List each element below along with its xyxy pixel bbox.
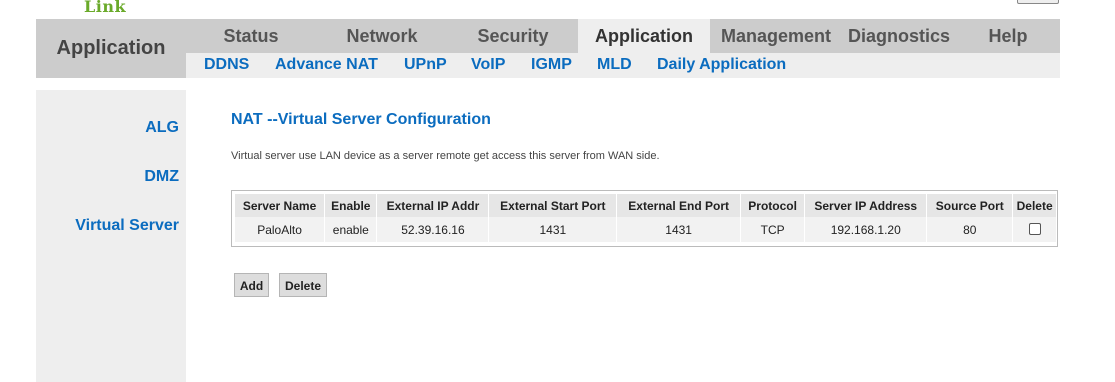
sidebar-item-dmz[interactable]: DMZ [144, 168, 179, 186]
subtab-ddns[interactable]: DDNS [204, 56, 249, 74]
tab-help[interactable]: Help [956, 19, 1060, 53]
cell-external-ip: 52.39.16.16 [376, 217, 490, 242]
delete-button[interactable]: Delete [279, 273, 327, 297]
cell-external-start-port: 1431 [488, 217, 618, 242]
col-header-server-name: Server Name [235, 194, 326, 217]
subtab-daily-application[interactable]: Daily Application [657, 56, 786, 74]
cell-server-name: PaloAlto [235, 217, 326, 242]
page-title: NAT --Virtual Server Configuration [231, 111, 491, 128]
subtab-igmp[interactable]: IGMP [531, 56, 572, 74]
col-header-enable: Enable [324, 194, 378, 217]
tab-security[interactable]: Security [448, 19, 578, 53]
col-header-external-end-port: External End Port [616, 194, 742, 217]
sub-nav: DDNS Advance NAT UPnP VoIP IGMP MLD Dail… [186, 53, 1060, 78]
col-header-protocol: Protocol [740, 194, 806, 217]
col-header-external-ip: External IP Addr [376, 194, 490, 217]
cell-delete [1012, 217, 1056, 242]
col-header-source-port: Source Port [926, 194, 1014, 217]
sidebar-item-virtual-server[interactable]: Virtual Server [75, 217, 179, 235]
cell-protocol: TCP [740, 217, 806, 242]
subtab-voip[interactable]: VoIP [471, 56, 505, 74]
col-header-delete: Delete [1012, 194, 1056, 217]
cell-external-end-port: 1431 [616, 217, 742, 242]
subtab-upnp[interactable]: UPnP [404, 56, 447, 74]
sidebar-item-alg[interactable]: ALG [145, 119, 179, 137]
subtab-mld[interactable]: MLD [597, 56, 632, 74]
section-header: Application [36, 19, 186, 78]
add-button[interactable]: Add [234, 273, 269, 297]
subtab-advance-nat[interactable]: Advance NAT [275, 56, 378, 74]
col-header-server-ip: Server IP Address [804, 194, 928, 217]
tab-application[interactable]: Application [578, 19, 710, 53]
tab-management[interactable]: Management [710, 19, 842, 53]
tab-diagnostics[interactable]: Diagnostics [842, 19, 956, 53]
top-corner-button[interactable] [1017, 0, 1059, 4]
cell-server-ip: 192.168.1.20 [804, 217, 928, 242]
section-title: Application [56, 37, 166, 59]
cell-source-port: 80 [926, 217, 1014, 242]
tab-network[interactable]: Network [316, 19, 448, 53]
col-header-external-start-port: External Start Port [488, 194, 618, 217]
delete-checkbox[interactable] [1028, 222, 1041, 235]
main-nav: Status Network Security Application Mana… [186, 19, 1060, 53]
virtual-server-table: Server Name Enable External IP Addr Exte… [231, 190, 1058, 247]
table-row: PaloAlto enable 52.39.16.16 1431 1431 TC… [235, 217, 1056, 242]
cell-enable: enable [324, 217, 378, 242]
sidebar: ALG DMZ Virtual Server [36, 90, 186, 382]
brand-logo: Link [84, 0, 127, 16]
tab-status[interactable]: Status [186, 19, 316, 53]
page-description: Virtual server use LAN device as a serve… [231, 150, 660, 162]
table-header-row: Server Name Enable External IP Addr Exte… [235, 194, 1056, 217]
